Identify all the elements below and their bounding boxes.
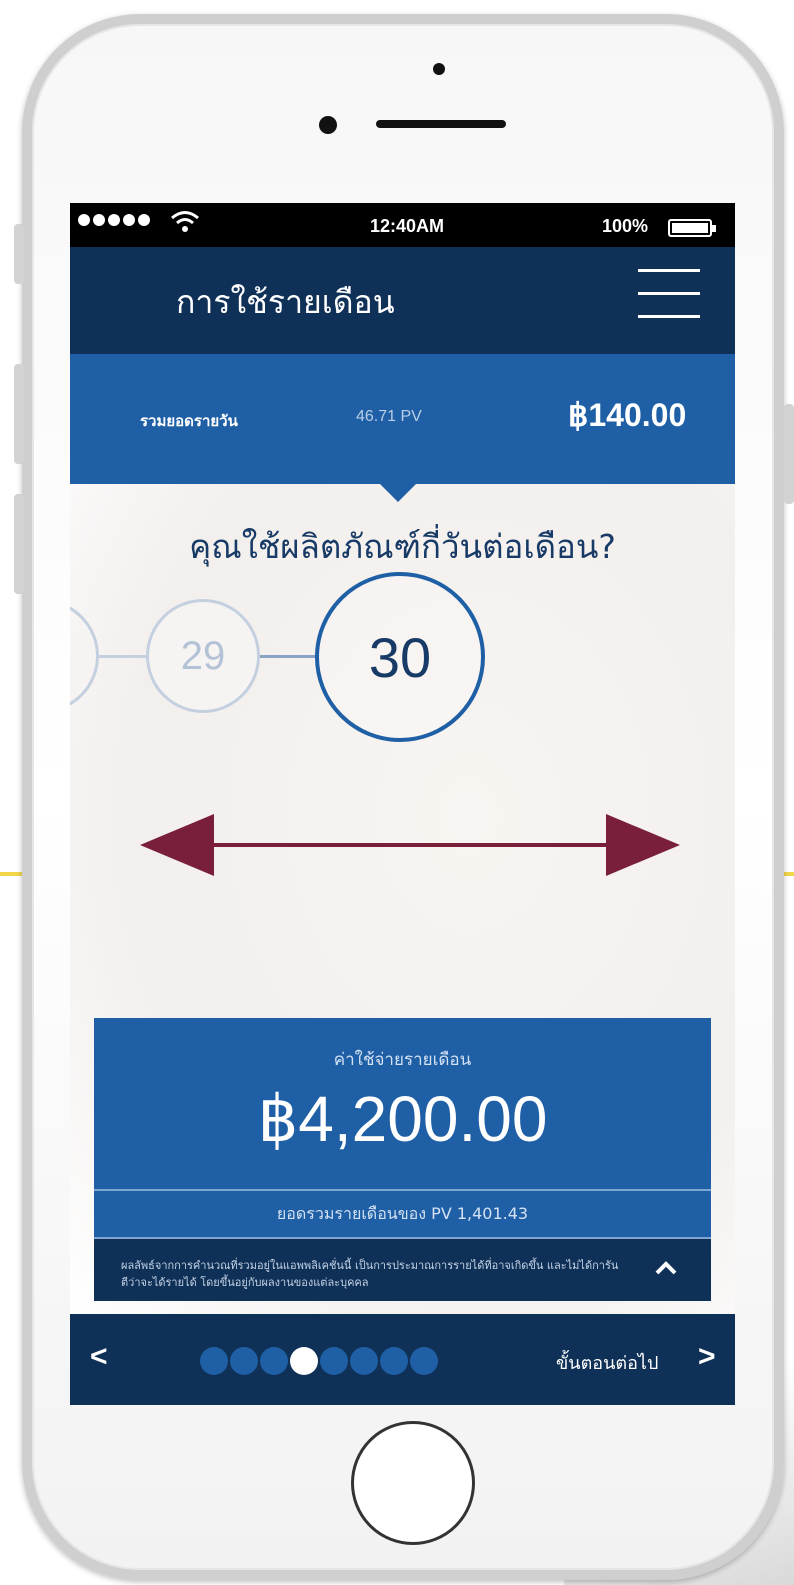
- monthly-cost-amount: ฿4,200.00: [257, 1083, 548, 1155]
- bottom-navigation: < ขั้นตอนต่อไป >: [70, 1314, 735, 1405]
- status-bar: 12:40AM 100%: [70, 203, 735, 247]
- summary-pointer: [380, 484, 416, 502]
- step-indicator: [200, 1347, 438, 1375]
- next-step-button[interactable]: >: [698, 1340, 716, 1374]
- daily-total-label: รวมยอดรายวัน: [140, 412, 238, 430]
- monthly-cost-label: ค่าใช้จ่ายรายเดือน: [333, 1050, 472, 1070]
- step-dot: [230, 1347, 258, 1375]
- power-button: [784, 404, 794, 504]
- phone-screen: 12:40AM 100% การใช้รายเดือน รวมยอดรายวัน…: [70, 203, 735, 1405]
- step-dot: [380, 1347, 408, 1375]
- next-step-label[interactable]: ขั้นตอนต่อไป: [556, 1348, 658, 1377]
- chevron-up-icon[interactable]: [654, 1256, 678, 1280]
- battery-icon: [668, 219, 716, 237]
- signal-strength-icon: [78, 214, 150, 226]
- disclaimer-text: ผลลัพธ์จากการคำนวณที่รวมอยู่ในแอพพลิเคชั…: [121, 1259, 619, 1289]
- mute-switch: [14, 224, 24, 284]
- home-button[interactable]: [351, 1421, 475, 1545]
- step-dot: [200, 1347, 228, 1375]
- page-title: การใช้รายเดือน: [176, 283, 395, 321]
- monthly-cost-panel: ค่าใช้จ่ายรายเดือน ฿4,200.00: [94, 1018, 711, 1214]
- daily-pv-value: 46.71 PV: [356, 408, 422, 425]
- front-camera: [433, 63, 445, 75]
- step-dot: [410, 1347, 438, 1375]
- hamburger-menu-icon[interactable]: [638, 269, 702, 325]
- step-dot: [350, 1347, 378, 1375]
- earpiece-speaker: [376, 120, 506, 128]
- monthly-pv-total: ยอดรวมรายเดือนของ PV 1,401.43: [94, 1189, 711, 1237]
- app-header: การใช้รายเดือน: [70, 247, 735, 354]
- picker-connector: [99, 655, 147, 658]
- picker-connector: [260, 655, 316, 658]
- volume-down-button: [14, 494, 24, 594]
- day-option-previous[interactable]: 29: [146, 599, 260, 713]
- previous-step-button[interactable]: <: [90, 1340, 108, 1374]
- daily-total-amount: ฿140.00: [568, 397, 687, 433]
- day-option-selected[interactable]: 30: [315, 572, 485, 742]
- double-arrow-icon: [140, 810, 680, 880]
- volume-up-button: [14, 364, 24, 464]
- daily-summary-bar: รวมยอดรายวัน 46.71 PV ฿140.00: [70, 354, 735, 484]
- step-dot-current: [290, 1347, 318, 1375]
- days-question: คุณใช้ผลิตภัณฑ์กี่วันต่อเดือน?: [189, 527, 616, 566]
- proximity-sensor: [319, 116, 337, 134]
- days-picker[interactable]: 29 30: [70, 569, 735, 742]
- battery-percentage: 100%: [602, 216, 649, 236]
- step-dot: [320, 1347, 348, 1375]
- disclaimer-panel: ผลลัพธ์จากการคำนวณที่รวมอยู่ในแอพพลิเคชั…: [94, 1237, 711, 1301]
- status-time: 12:40AM: [370, 216, 445, 236]
- day-option-edge[interactable]: [70, 599, 99, 713]
- wifi-icon: [170, 209, 200, 241]
- step-dot: [260, 1347, 288, 1375]
